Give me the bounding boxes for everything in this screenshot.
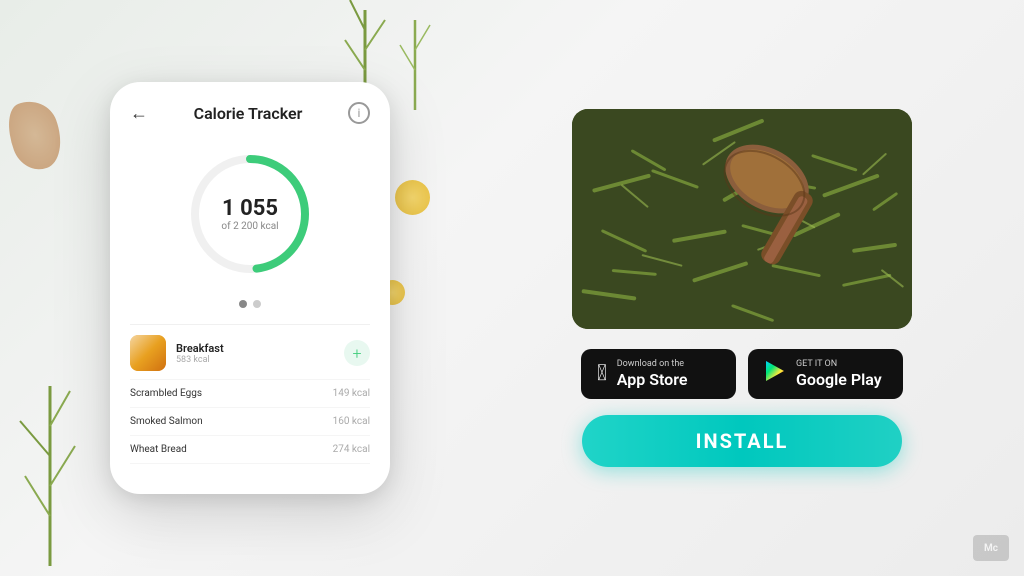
add-food-button[interactable]: + — [344, 340, 370, 366]
pagination-dots — [130, 300, 370, 308]
herb-image — [572, 109, 912, 329]
progress-ring: 1 055 of 2 200 kcal — [180, 144, 320, 284]
progress-center: 1 055 of 2 200 kcal — [221, 196, 278, 232]
food-category-kcal: 583 kcal — [176, 355, 344, 365]
googleplay-bottom-line: Google Play — [796, 370, 882, 389]
food-category-info: Breakfast 583 kcal — [176, 342, 344, 365]
progress-container: 1 055 of 2 200 kcal — [130, 144, 370, 284]
install-label: INSTALL — [696, 429, 789, 453]
food-category-breakfast: Breakfast 583 kcal + — [130, 325, 370, 380]
watermark: Mc — [973, 535, 1009, 561]
googleplay-top-line: GET IT ON — [796, 359, 882, 370]
googleplay-text: GET IT ON Google Play — [796, 359, 882, 389]
googleplay-icon — [764, 360, 786, 387]
food-item-name-2: Wheat Bread — [130, 444, 187, 455]
phone-mockup: ← Calorie Tracker i 1 055 of 2 200 kcal — [110, 82, 390, 494]
store-buttons:  Download on the App Store — [581, 349, 903, 399]
dot-2 — [253, 300, 261, 308]
appstore-button[interactable]:  Download on the App Store — [581, 349, 736, 399]
install-button[interactable]: INSTALL — [582, 415, 902, 467]
food-item-kcal-1: 160 kcal — [333, 416, 370, 427]
deco-banana — [0, 94, 70, 177]
dot-1 — [239, 300, 247, 308]
calories-total: of 2 200 kcal — [221, 221, 278, 232]
food-item-2: Wheat Bread 274 kcal — [130, 436, 370, 464]
deco-circle-1 — [395, 180, 430, 215]
food-item-kcal-0: 149 kcal — [333, 388, 370, 399]
food-item-kcal-2: 274 kcal — [333, 444, 370, 455]
right-panel:  Download on the App Store — [460, 0, 1024, 576]
food-list: Breakfast 583 kcal + Scrambled Eggs 149 … — [130, 324, 370, 464]
back-arrow[interactable]: ← — [130, 103, 148, 124]
plant-bottom-left — [5, 366, 95, 566]
herb-image-inner — [572, 109, 912, 329]
food-item-0: Scrambled Eggs 149 kcal — [130, 380, 370, 408]
left-panel: ← Calorie Tracker i 1 055 of 2 200 kcal — [0, 0, 460, 576]
phone-header: ← Calorie Tracker i — [130, 102, 370, 124]
googleplay-button[interactable]: GET IT ON Google Play — [748, 349, 903, 399]
info-icon[interactable]: i — [348, 102, 370, 124]
appstore-top-line: Download on the — [617, 359, 688, 370]
food-item-1: Smoked Salmon 160 kcal — [130, 408, 370, 436]
food-item-name-0: Scrambled Eggs — [130, 388, 202, 399]
phone-title: Calorie Tracker — [194, 104, 303, 123]
food-item-name-1: Smoked Salmon — [130, 416, 203, 427]
apple-icon:  — [597, 361, 607, 386]
calories-value: 1 055 — [221, 196, 278, 221]
food-category-image — [130, 335, 166, 371]
food-category-name: Breakfast — [176, 342, 344, 355]
appstore-text: Download on the App Store — [617, 359, 688, 389]
plant-top-far-right — [390, 10, 440, 110]
appstore-bottom-line: App Store — [617, 370, 688, 389]
